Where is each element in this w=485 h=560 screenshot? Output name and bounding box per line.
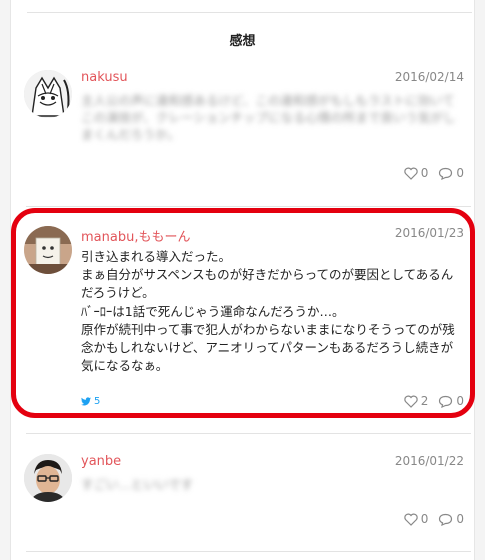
like-count: 0 <box>420 166 429 180</box>
heart-icon <box>404 513 418 526</box>
comment-date: 2016/02/14 <box>394 70 464 84</box>
comment-item: manabu,ももーん 2016/01/23 引き込まれる導入だった。 まぁ自分… <box>24 226 464 408</box>
like-count: 0 <box>420 512 429 526</box>
comment-body: すごい…といいです <box>81 477 194 492</box>
tweet-count-link[interactable]: 5 <box>81 396 100 407</box>
top-divider <box>27 12 472 13</box>
section-title: 感想 <box>229 34 256 49</box>
comment-item: yanbe 2016/01/22 すごい…といいです 0 0 <box>24 454 464 534</box>
reply-count: 0 <box>456 166 464 180</box>
comment-author[interactable]: yanbe <box>81 454 121 469</box>
speech-bubble-icon <box>439 513 453 526</box>
comment-date: 2016/01/23 <box>394 226 464 240</box>
comment-body: 主人公の声に違和感あるけど、この違和感がもしもラストに効いてこの演技が、クレーシ… <box>81 93 456 142</box>
like-count: 2 <box>420 394 429 408</box>
comment-date: 2016/01/22 <box>394 454 464 468</box>
reply-count: 0 <box>456 394 464 408</box>
comment-actions: 0 0 <box>394 512 464 526</box>
reply-count: 0 <box>456 512 464 526</box>
comment-author[interactable]: nakusu <box>81 70 128 85</box>
reply-button[interactable]: 0 <box>438 166 464 180</box>
like-button[interactable]: 0 <box>404 166 429 180</box>
avatar[interactable] <box>24 226 72 274</box>
avatar[interactable] <box>24 454 72 502</box>
heart-icon <box>404 395 418 408</box>
comment-divider <box>26 433 471 434</box>
comment-actions: 0 0 <box>394 166 464 180</box>
reply-button[interactable]: 0 <box>438 512 464 526</box>
speech-bubble-icon <box>439 395 453 408</box>
speech-bubble-icon <box>439 167 453 180</box>
avatar[interactable] <box>24 70 72 118</box>
comment-divider <box>26 551 471 552</box>
like-button[interactable]: 2 <box>404 394 429 408</box>
tweet-count: 5 <box>94 396 101 407</box>
comment-body: 引き込まれる導入だった。 まぁ自分がサスペンスものが好きだからってのが要因として… <box>81 249 455 374</box>
reply-button[interactable]: 0 <box>438 394 464 408</box>
heart-icon <box>404 167 418 180</box>
comment-author[interactable]: manabu,ももーん <box>81 226 190 245</box>
like-button[interactable]: 0 <box>404 512 429 526</box>
comment-item: nakusu 2016/02/14 主人公の声に違和感あるけど、この違和感がもし… <box>24 70 464 190</box>
comment-divider <box>26 206 471 207</box>
twitter-bird-icon <box>81 397 91 406</box>
comment-actions: 2 0 <box>394 394 464 408</box>
